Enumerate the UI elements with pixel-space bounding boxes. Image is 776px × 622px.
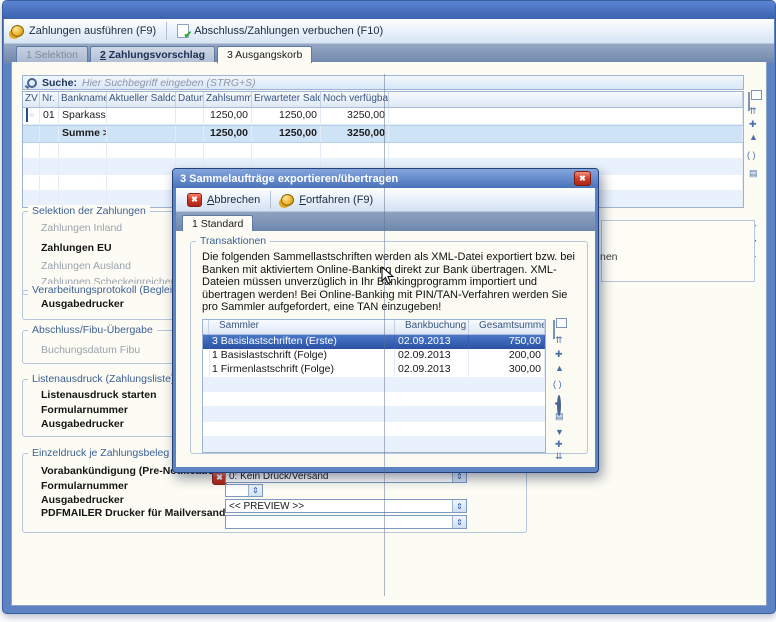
abort-icon: ✖ <box>187 193 202 207</box>
abort-label: Abbrechen <box>207 194 260 206</box>
export-dialog: 3 Sammelaufträge exportieren/übertragen … <box>172 168 599 473</box>
nav-first-icon[interactable]: ⇈ <box>749 106 757 116</box>
clipped-group-box: nen <box>601 220 755 282</box>
search-label: Suche: <box>42 77 77 89</box>
nav-last-icon[interactable]: ⇊ <box>555 451 563 461</box>
execute-payments-label: Zahlungen ausführen (F9) <box>29 25 156 37</box>
bank-table-sum-row: Summe > 1250,00 1250,00 3250,00 <box>23 125 743 143</box>
pdfmailer-combo[interactable]: ⇕ <box>225 515 467 529</box>
group-title: Abschluss/Fibu-Übergabe <box>28 324 157 336</box>
main-tabstrip: 1 Selektion 2 Zahlungsvorschlag 3 Ausgan… <box>4 44 774 63</box>
dialog-title: 3 Sammelaufträge exportieren/übertragen <box>180 173 398 185</box>
bank-table-row[interactable]: 01 Sparkasse 1250,00 1250,00 3250,00 <box>23 108 743 125</box>
sammler-empty-row <box>203 377 545 392</box>
bank-table-empty-row <box>23 143 743 159</box>
nav-grid-icon[interactable]: ▤ <box>749 168 758 178</box>
continue-label: Fortfahren (F9) <box>299 194 373 206</box>
book-payments-label: Abschluss/Zahlungen verbuchen (F10) <box>194 25 383 37</box>
group-title: Listenausdruck (Zahlungsliste) <box>28 373 178 385</box>
search-icon <box>27 78 37 88</box>
label-zahlungen-inland: Zahlungen Inland <box>41 222 122 234</box>
coins-icon <box>281 194 294 206</box>
vertical-hairline <box>384 74 385 596</box>
nav-next-icon[interactable]: ▼ <box>555 427 564 437</box>
combo-arrow-icon[interactable]: ⇕ <box>452 500 466 512</box>
sammler-row-selected[interactable]: 3 Basislastschriften (Erste) 02.09.2013 … <box>203 335 545 349</box>
label-pdfmailer-drucker: PDFMAILER Drucker für Mailversand <box>41 507 225 519</box>
spinner-icon[interactable]: ⇕ <box>248 485 262 496</box>
clipped-label: nen <box>600 251 618 263</box>
mouse-cursor <box>381 266 394 285</box>
group-title: Transaktionen <box>196 235 270 247</box>
dialog-toolbar: ✖ Abbrechen Fortfahren (F9) <box>176 188 595 212</box>
dialog-titlebar: 3 Sammelaufträge exportieren/übertragen … <box>173 169 598 188</box>
document-check-icon: ✔ <box>177 24 189 38</box>
col-zahlsumme: Zahlsumme € <box>204 92 252 107</box>
col-erwarteter-saldo: Erwarteter Saldo € <box>252 92 321 107</box>
sammler-row[interactable]: 1 Firmenlastschrift (Folge) 02.09.2013 3… <box>203 363 545 377</box>
formularnummer-spinner[interactable]: ⇕ <box>225 484 263 497</box>
toolbar-separator <box>270 191 271 209</box>
bank-table-header[interactable]: ZV Nr. Bankname Aktueller Saldo € Datum … <box>23 92 743 108</box>
label-formularnummer: Formularnummer <box>41 480 128 492</box>
nav-add-icon[interactable]: ✚ <box>555 349 563 359</box>
coins-icon <box>11 25 24 37</box>
label-ausgabedrucker: Ausgabedrucker <box>41 298 124 310</box>
sammler-table: Sammler Bankbuchung am Gesamtsumme € 3 B… <box>202 319 546 453</box>
nav-first-icon[interactable]: ⇈ <box>555 335 563 345</box>
close-icon[interactable]: ✖ <box>574 171 591 186</box>
col-datum: Datum <box>176 92 204 107</box>
abort-button[interactable]: ✖ Abbrechen <box>180 190 267 210</box>
group-title: Selektion der Zahlungen <box>28 205 150 217</box>
disk-icon <box>26 108 28 122</box>
sammler-empty-row <box>203 407 545 422</box>
screen: Zahlungen ausführen (F9) ✔ Abschluss/Zah… <box>0 0 776 622</box>
label-zahlungen-ausland: Zahlungen Ausland <box>41 260 131 272</box>
col-aktueller-saldo: Aktueller Saldo € <box>107 92 176 107</box>
nav-brackets-icon[interactable]: ( ) <box>553 379 562 389</box>
col-nr: Nr. <box>40 92 59 107</box>
toolbar-separator <box>166 22 167 40</box>
execute-payments-button[interactable]: Zahlungen ausführen (F9) <box>4 21 163 41</box>
label-buchungsdatum-fibu: Buchungsdatum Fibu <box>41 344 140 356</box>
search-placeholder: Hier Suchbegriff eingeben (STRG+S) <box>82 77 256 89</box>
col-noch-verfuegbar: Noch verfügbar € <box>321 92 389 107</box>
combo-arrow-icon[interactable]: ⇕ <box>452 516 466 528</box>
continue-button[interactable]: Fortfahren (F9) <box>274 190 380 210</box>
book-payments-button[interactable]: ✔ Abschluss/Zahlungen verbuchen (F10) <box>170 21 390 41</box>
label-ausgabedrucker: Ausgabedrucker <box>41 494 124 506</box>
label-ausgabedrucker: Ausgabedrucker <box>41 418 124 430</box>
nav-brackets-icon[interactable]: ( ) <box>747 150 756 160</box>
window-titlebar <box>3 1 775 19</box>
col-bankbuchung: Bankbuchung am <box>395 320 469 334</box>
sammler-empty-row <box>203 437 545 452</box>
sammler-empty-row <box>203 422 545 437</box>
tab-zahlungsvorschlag[interactable]: 2 Zahlungsvorschlag <box>90 46 215 63</box>
dialog-tab-standard[interactable]: 1 Standard <box>182 215 253 232</box>
nav-add2-icon[interactable]: ✚ <box>555 439 563 449</box>
sammler-row[interactable]: 1 Basislastschrift (Folge) 02.09.2013 20… <box>203 349 545 363</box>
col-sammler: Sammler <box>209 320 395 334</box>
search-bar[interactable]: Suche: Hier Suchbegriff eingeben (STRG+S… <box>22 75 744 90</box>
nav-add-icon[interactable]: ✚ <box>749 119 757 129</box>
tab-ausgangskorb[interactable]: 3 Ausgangskorb <box>217 46 312 63</box>
col-bankname: Bankname <box>59 92 107 107</box>
sammler-empty-row <box>203 392 545 407</box>
label-listenausdruck-starten: Listenausdruck starten <box>41 389 157 401</box>
sammler-table-header[interactable]: Sammler Bankbuchung am Gesamtsumme € <box>203 320 545 335</box>
label-zahlungen-eu: Zahlungen EU <box>41 242 112 254</box>
nav-prev-icon[interactable]: ▲ <box>555 363 564 373</box>
nav-grid-icon[interactable]: ▤ <box>555 411 564 421</box>
col-gesamtsumme: Gesamtsumme € <box>469 320 545 334</box>
col-zv: ZV <box>23 92 40 107</box>
label-formularnummer: Formularnummer <box>41 404 128 416</box>
ausgabedrucker-value: << PREVIEW >> <box>229 501 304 512</box>
nav-prev-icon[interactable]: ▲ <box>749 132 758 142</box>
main-toolbar: Zahlungen ausführen (F9) ✔ Abschluss/Zah… <box>4 19 774 44</box>
ausgabedrucker-combo[interactable]: << PREVIEW >> ⇕ <box>225 499 467 513</box>
tab-selektion[interactable]: 1 Selektion <box>16 46 88 63</box>
